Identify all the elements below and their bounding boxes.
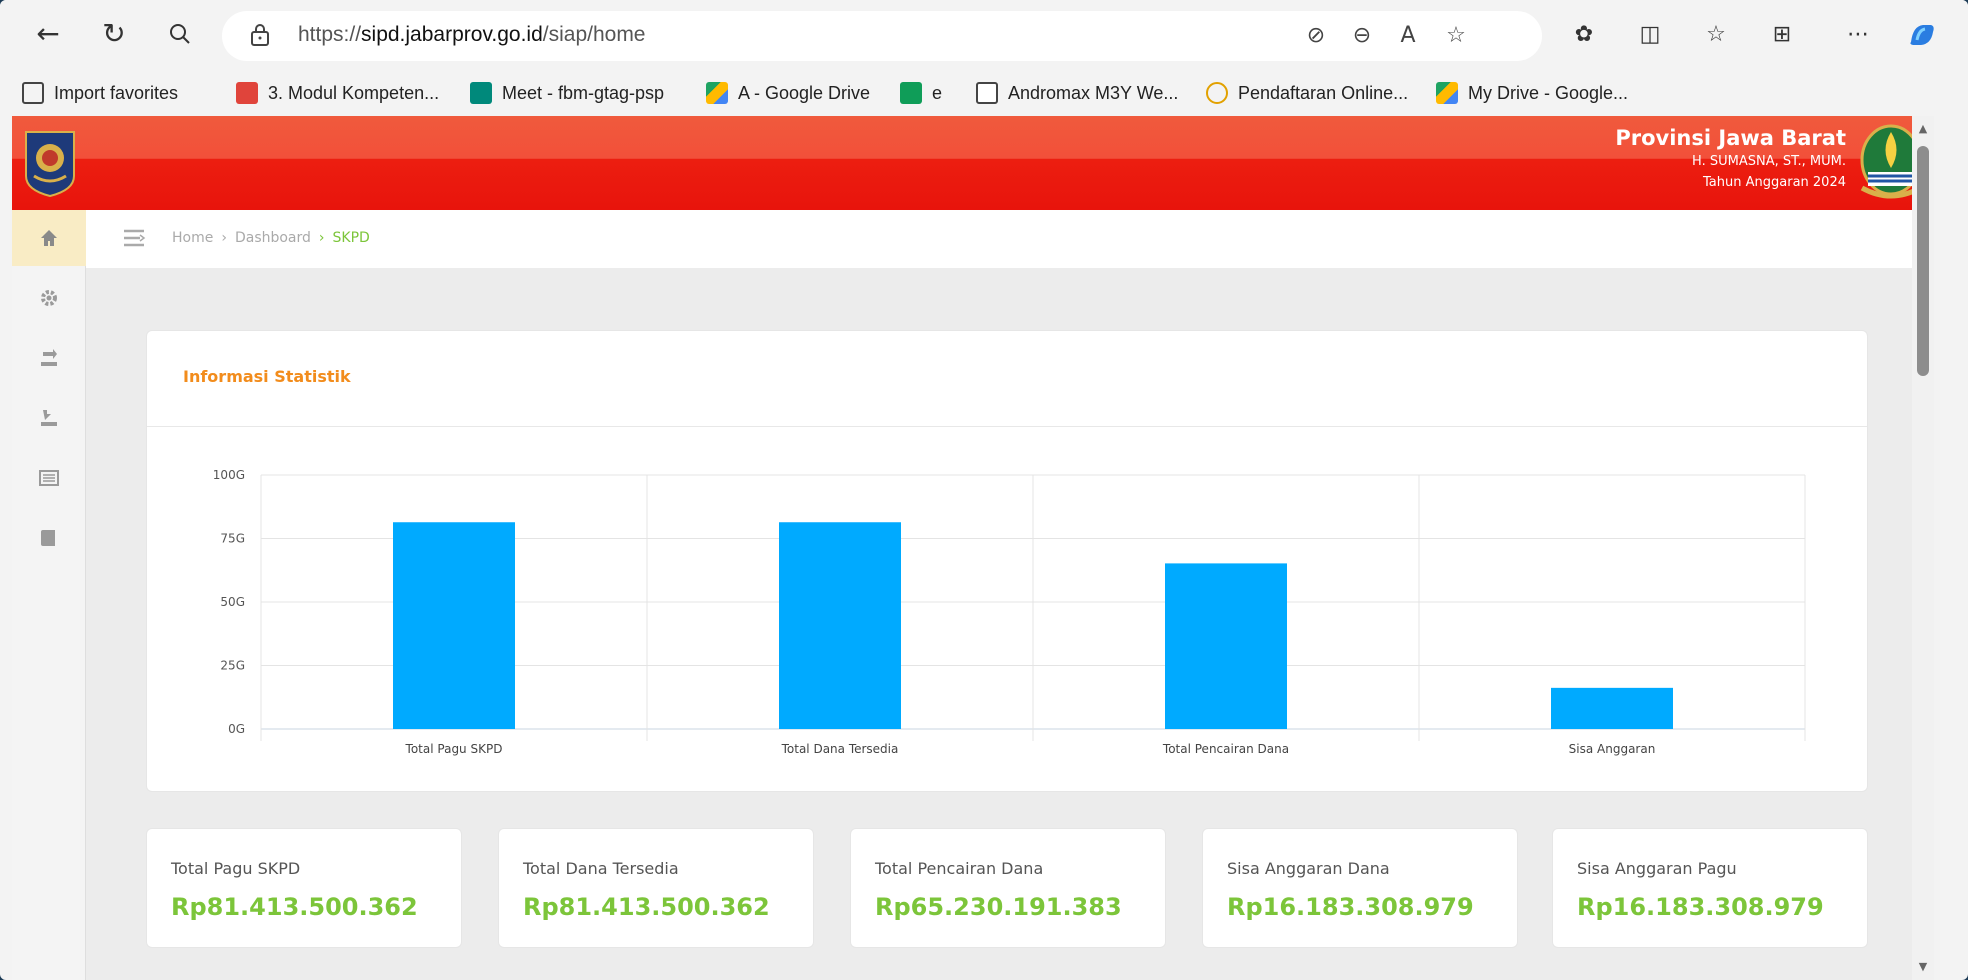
bookmarks-bar: Import favorites 3. Modul Kompeten... Me… xyxy=(0,72,1968,114)
x-tick-label: Total Pencairan Dana xyxy=(1162,742,1289,756)
drive-icon xyxy=(706,82,728,104)
fiscal-year: Tahun Anggaran 2024 xyxy=(1703,175,1846,190)
list-icon xyxy=(39,470,59,486)
favorites-icon[interactable]: ☆ xyxy=(1700,20,1732,50)
breadcrumb-bar: Home › Dashboard › SKPD xyxy=(86,210,1934,268)
breadcrumb-separator-icon: › xyxy=(318,230,325,246)
card-divider xyxy=(147,426,1867,427)
stat-card-sisa-anggaran-pagu: Sisa Anggaran Pagu Rp16.183.308.979 xyxy=(1552,828,1868,948)
read-aloud-icon[interactable]: A xyxy=(1394,23,1422,49)
app-header: Provinsi Jawa Barat H. SUMASNA, ST., MUM… xyxy=(12,116,1934,210)
x-tick-label: Total Pagu SKPD xyxy=(405,742,503,756)
address-bar[interactable]: https://sipd.jabarprov.go.id/siap/home ⊘… xyxy=(222,11,1542,61)
home-icon xyxy=(41,230,57,246)
stat-card-total-pencairan: Total Pencairan Dana Rp65.230.191.383 xyxy=(850,828,1166,948)
chart-bar xyxy=(1165,563,1287,729)
drive-icon xyxy=(1436,82,1458,104)
bookmark-meet[interactable]: Meet - fbm-gtag-psp xyxy=(470,78,664,108)
bookmark-andromax[interactable]: Andromax M3Y We... xyxy=(976,78,1178,108)
stat-value: Rp65.230.191.383 xyxy=(875,893,1122,921)
search-icon[interactable] xyxy=(160,14,200,54)
book-icon xyxy=(41,530,55,546)
y-tick-label: 0G xyxy=(228,722,245,736)
kemendagri-logo[interactable] xyxy=(22,128,78,198)
scrollbar-thumb[interactable] xyxy=(1917,146,1929,376)
statistics-card: Informasi Statistik 0G 25G 50G 75G 100G Total… xyxy=(146,330,1868,792)
stat-card-total-dana: Total Dana Tersedia Rp81.413.500.362 xyxy=(498,828,814,948)
copilot-icon[interactable] xyxy=(1906,20,1938,50)
province-name: Provinsi Jawa Barat xyxy=(1615,126,1846,150)
stat-value: Rp16.183.308.979 xyxy=(1577,893,1824,921)
more-menu-icon[interactable]: ⋯ xyxy=(1842,20,1874,50)
chart-bar xyxy=(779,522,901,729)
zoom-out-icon[interactable]: ⊖ xyxy=(1348,23,1376,49)
sidebar-item-book[interactable] xyxy=(12,510,86,566)
scroll-down-icon[interactable]: ▼ xyxy=(1916,960,1930,974)
page-scrollbar[interactable]: ▲ ▼ xyxy=(1912,116,1934,980)
favorite-star-icon[interactable]: ☆ xyxy=(1442,23,1470,49)
sidebar-item-home[interactable] xyxy=(12,210,86,266)
split-screen-icon[interactable]: ◫ xyxy=(1634,20,1666,50)
sheets-icon xyxy=(900,82,922,104)
download-icon xyxy=(41,410,57,426)
stat-label: Total Pencairan Dana xyxy=(875,859,1044,878)
statistics-card-title: Informasi Statistik xyxy=(183,367,351,386)
upload-icon xyxy=(41,349,57,366)
breadcrumb-dashboard[interactable]: Dashboard xyxy=(235,230,311,246)
bookmark-my-drive[interactable]: My Drive - Google... xyxy=(1436,78,1628,108)
tracking-prevention-icon[interactable]: ⊘ xyxy=(1302,23,1330,49)
browser-toolbar: ← ↻ https://sipd.jabarprov.go.id/siap/ho… xyxy=(0,0,1968,72)
chart-bar xyxy=(393,522,515,729)
breadcrumb-separator-icon: › xyxy=(221,230,227,246)
breadcrumb: Home › Dashboard › SKPD xyxy=(172,230,370,246)
url-text[interactable]: https://sipd.jabarprov.go.id/siap/home xyxy=(298,23,646,47)
sidebar-item-upload[interactable] xyxy=(12,330,86,386)
stat-label: Total Pagu SKPD xyxy=(171,859,301,878)
back-icon[interactable]: ← xyxy=(28,14,68,54)
browser-window: ← ↻ https://sipd.jabarprov.go.id/siap/ho… xyxy=(0,0,1968,980)
chart-bar xyxy=(1551,687,1673,729)
bookmark-modul-kompetensi[interactable]: 3. Modul Kompeten... xyxy=(236,78,439,108)
web-page: Provinsi Jawa Barat H. SUMASNA, ST., MUM… xyxy=(12,116,1934,980)
x-tick-label: Total Dana Tersedia xyxy=(781,742,899,756)
stat-value: Rp16.183.308.979 xyxy=(1227,893,1474,921)
sidebar-item-settings[interactable] xyxy=(12,270,86,326)
menu-toggle-icon[interactable] xyxy=(122,228,146,248)
stat-value: Rp81.413.500.362 xyxy=(523,893,770,921)
stat-label: Sisa Anggaran Pagu xyxy=(1577,859,1737,878)
y-tick-label: 25G xyxy=(220,659,245,673)
header-info: Provinsi Jawa Barat H. SUMASNA, ST., MUM… xyxy=(1615,126,1846,190)
gear-icon xyxy=(41,290,57,306)
stat-label: Sisa Anggaran Dana xyxy=(1227,859,1390,878)
breadcrumb-current: SKPD xyxy=(332,230,370,246)
page-icon xyxy=(976,82,998,104)
stat-card-sisa-anggaran-dana: Sisa Anggaran Dana Rp16.183.308.979 xyxy=(1202,828,1518,948)
y-tick-label: 50G xyxy=(220,595,245,609)
sidebar xyxy=(12,210,86,980)
bookmark-google-drive[interactable]: A - Google Drive xyxy=(706,78,870,108)
extensions-icon[interactable]: ✿ xyxy=(1568,20,1600,50)
breadcrumb-home[interactable]: Home xyxy=(172,230,213,246)
pdf-icon xyxy=(236,82,258,104)
bookmark-import-favorites[interactable]: Import favorites xyxy=(22,78,178,108)
stat-label: Total Dana Tersedia xyxy=(523,859,679,878)
meet-icon xyxy=(470,82,492,104)
sidebar-item-list[interactable] xyxy=(12,450,86,506)
site-info-icon[interactable] xyxy=(250,23,270,47)
bookmark-e[interactable]: e xyxy=(900,78,942,108)
y-tick-label: 100G xyxy=(213,468,245,482)
site-icon xyxy=(1206,82,1228,104)
scroll-up-icon[interactable]: ▲ xyxy=(1916,122,1930,136)
statistics-bar-chart: 0G 25G 50G 75G 100G Total Pagu SKPD Total Dana… xyxy=(213,468,1806,756)
bookmark-pendaftaran[interactable]: Pendaftaran Online... xyxy=(1206,78,1408,108)
stat-value: Rp81.413.500.362 xyxy=(171,893,418,921)
import-icon xyxy=(22,82,44,104)
x-tick-label: Sisa Anggaran xyxy=(1569,742,1656,756)
collections-icon[interactable]: ⊞ xyxy=(1766,20,1798,50)
stat-card-total-pagu: Total Pagu SKPD Rp81.413.500.362 xyxy=(146,828,462,948)
y-tick-label: 75G xyxy=(220,532,245,546)
sidebar-item-download[interactable] xyxy=(12,390,86,446)
user-name: H. SUMASNA, ST., MUM. xyxy=(1692,154,1846,169)
refresh-icon[interactable]: ↻ xyxy=(94,14,134,54)
